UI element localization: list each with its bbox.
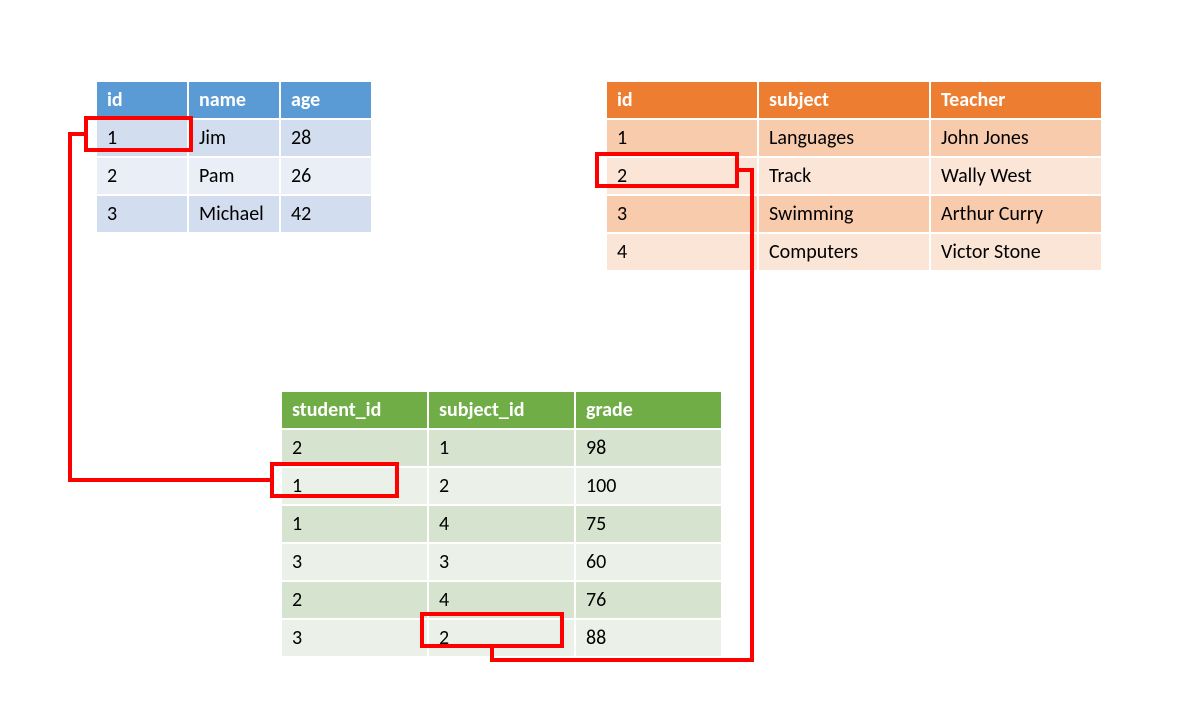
cell: 98: [576, 430, 721, 466]
cell: 1: [607, 120, 757, 156]
cell: 1: [429, 430, 574, 466]
col-subject: subject: [759, 82, 929, 118]
cell: 3: [282, 544, 427, 580]
col-student-id: student_id: [282, 392, 427, 428]
table-row: 2 1 98: [282, 430, 721, 466]
table-row: 3 Michael 42: [97, 196, 371, 232]
col-age: age: [281, 82, 371, 118]
cell: 88: [576, 620, 721, 656]
table-row: 1 Languages John Jones: [607, 120, 1101, 156]
table-row: 3 Swimming Arthur Curry: [607, 196, 1101, 232]
table-header-row: id name age: [97, 82, 371, 118]
cell: 100: [576, 468, 721, 504]
cell: 2: [282, 582, 427, 618]
cell: 2: [282, 430, 427, 466]
cell: 4: [607, 234, 757, 270]
cell: 76: [576, 582, 721, 618]
students-table: id name age 1 Jim 28 2 Pam 26 3 Michael …: [95, 80, 373, 234]
cell: 60: [576, 544, 721, 580]
cell: Victor Stone: [931, 234, 1101, 270]
table-row: 1 Jim 28: [97, 120, 371, 156]
table-row: 2 Pam 26: [97, 158, 371, 194]
cell: 28: [281, 120, 371, 156]
cell: 3: [97, 196, 187, 232]
cell: John Jones: [931, 120, 1101, 156]
table-row: 3 3 60: [282, 544, 721, 580]
subjects-table: id subject Teacher 1 Languages John Jone…: [605, 80, 1103, 272]
cell: 4: [429, 582, 574, 618]
cell: Wally West: [931, 158, 1101, 194]
cell: 1: [97, 120, 187, 156]
cell: 2: [607, 158, 757, 194]
table-row: 3 2 88: [282, 620, 721, 656]
cell: 3: [607, 196, 757, 232]
col-grade: grade: [576, 392, 721, 428]
cell: 1: [282, 506, 427, 542]
table-row: 4 Computers Victor Stone: [607, 234, 1101, 270]
cell: Computers: [759, 234, 929, 270]
cell: 4: [429, 506, 574, 542]
table-header-row: student_id subject_id grade: [282, 392, 721, 428]
cell: Arthur Curry: [931, 196, 1101, 232]
table-row: 1 2 100: [282, 468, 721, 504]
table-row: 1 4 75: [282, 506, 721, 542]
grades-table: student_id subject_id grade 2 1 98 1 2 1…: [280, 390, 723, 658]
cell: Swimming: [759, 196, 929, 232]
col-id: id: [97, 82, 187, 118]
table-header-row: id subject Teacher: [607, 82, 1101, 118]
cell: 2: [97, 158, 187, 194]
cell: Languages: [759, 120, 929, 156]
table-row: 2 4 76: [282, 582, 721, 618]
cell: 75: [576, 506, 721, 542]
cell: 2: [429, 620, 574, 656]
cell: Michael: [189, 196, 279, 232]
cell: 26: [281, 158, 371, 194]
col-subject-id: subject_id: [429, 392, 574, 428]
cell: 3: [282, 620, 427, 656]
cell: Track: [759, 158, 929, 194]
cell: 3: [429, 544, 574, 580]
cell: Jim: [189, 120, 279, 156]
cell: 1: [282, 468, 427, 504]
table-row: 2 Track Wally West: [607, 158, 1101, 194]
cell: 42: [281, 196, 371, 232]
cell: Pam: [189, 158, 279, 194]
col-teacher: Teacher: [931, 82, 1101, 118]
col-id: id: [607, 82, 757, 118]
col-name: name: [189, 82, 279, 118]
cell: 2: [429, 468, 574, 504]
